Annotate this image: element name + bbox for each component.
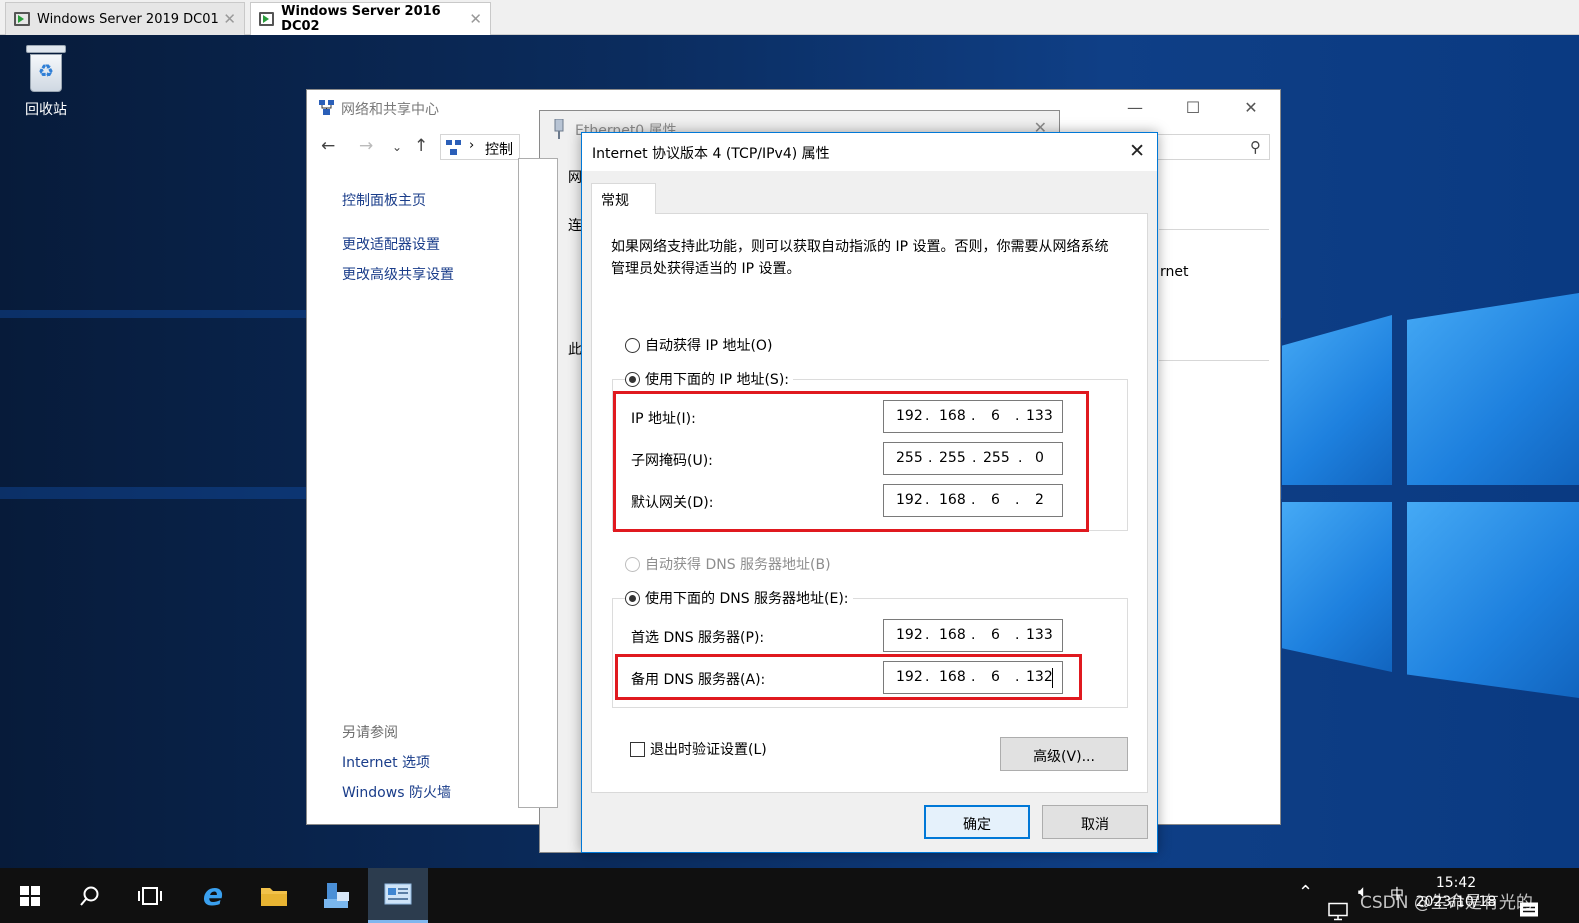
vm-tab-dc02[interactable]: Windows Server 2016 DC02 ✕	[250, 2, 491, 35]
highlight-box-ip-settings	[613, 391, 1089, 532]
taskbar-internet-explorer[interactable]: e	[183, 868, 243, 923]
address-bar[interactable]: › 控制	[440, 134, 520, 160]
ip-octet: 6	[991, 627, 1000, 643]
highlight-box-alternate-dns	[615, 654, 1082, 700]
vm-icon	[259, 12, 275, 26]
search-button[interactable]	[60, 868, 120, 923]
taskbar-server-manager[interactable]	[306, 868, 366, 923]
radio-auto-dns[interactable]: 自动获得 DNS 服务器地址(B)	[625, 554, 831, 574]
network-tray-icon[interactable]	[1328, 884, 1350, 923]
general-tab-panel: 如果网络支持此功能，则可以获取自动指派的 IP 设置。否则，你需要从网络系统管理…	[591, 213, 1148, 793]
ip-octet: 168	[939, 627, 966, 643]
vm-tab-label: Windows Server 2019 DC01	[37, 11, 219, 27]
description-text: 如果网络支持此功能，则可以获取自动指派的 IP 设置。否则，你需要从网络系统管理…	[611, 239, 1109, 277]
dialog-title: Internet 协议版本 4 (TCP/IPv4) 属性	[592, 146, 830, 162]
radio-label: 自动获得 DNS 服务器地址(B)	[645, 557, 831, 573]
network-icon	[446, 140, 461, 155]
radio-label: 自动获得 IP 地址(O)	[645, 338, 773, 354]
task-view-button[interactable]	[120, 868, 180, 923]
validate-on-exit-checkbox[interactable]: 退出时验证设置(L)	[630, 739, 767, 759]
vm-tab-dc01[interactable]: Windows Server 2019 DC01 ✕	[5, 2, 245, 35]
network-cable-icon	[554, 119, 564, 139]
start-button[interactable]	[0, 868, 60, 923]
checkbox-label: 退出时验证设置(L)	[650, 742, 767, 758]
up-arrow-icon[interactable]: ↑	[414, 136, 428, 156]
see-also-heading: 另请参阅	[342, 725, 398, 741]
close-icon[interactable]: ✕	[1239, 98, 1263, 117]
search-box[interactable]: ⚲	[1157, 134, 1270, 160]
radio-label: 使用下面的 IP 地址(S):	[645, 372, 789, 388]
ok-button[interactable]: 确定	[924, 805, 1030, 839]
preferred-dns-label: 首选 DNS 服务器(P):	[631, 630, 765, 646]
breadcrumb-chevron-icon: ›	[469, 138, 475, 153]
maximize-icon[interactable]: ☐	[1181, 98, 1205, 117]
sidebar-link-sharing[interactable]: 更改高级共享设置	[342, 264, 454, 284]
ip-octet: 192	[896, 627, 923, 643]
tab-general[interactable]: 常规	[591, 183, 656, 214]
network-icon	[319, 100, 334, 115]
window-title: 网络和共享中心	[341, 102, 439, 118]
taskbar: e ⌃ 🔈︎ 中 15:42 2023/10/18	[0, 868, 1579, 923]
tcpipv4-properties-dialog: Internet 协议版本 4 (TCP/IPv4) 属性 ✕ 常规 如果网络支…	[581, 132, 1158, 853]
radio-label: 使用下面的 DNS 服务器地址(E):	[645, 591, 849, 607]
radio-button[interactable]	[625, 556, 640, 572]
back-arrow-icon[interactable]: ←	[321, 136, 335, 156]
forward-arrow-icon[interactable]: →	[359, 136, 373, 156]
close-icon[interactable]: ✕	[1129, 140, 1145, 162]
minimize-icon[interactable]: —	[1123, 98, 1147, 117]
title-bar: Internet 协议版本 4 (TCP/IPv4) 属性 ✕	[582, 133, 1157, 171]
radio-manual-ip[interactable]: 使用下面的 IP 地址(S):	[625, 369, 793, 389]
sidebar-link-internet-options[interactable]: Internet 选项	[342, 752, 430, 772]
close-icon[interactable]: ✕	[223, 10, 236, 28]
watermark-text: CSDN @生命是有光的	[1360, 893, 1533, 913]
partial-text: rnet	[1160, 264, 1189, 280]
chevron-down-icon[interactable]: ⌄	[392, 140, 402, 154]
taskbar-network-connections[interactable]	[368, 868, 428, 923]
recycle-bin-icon	[26, 45, 66, 93]
radio-manual-dns[interactable]: 使用下面的 DNS 服务器地址(E):	[625, 588, 853, 608]
recycle-bin-label: 回收站	[25, 102, 67, 118]
cut-label: 连	[568, 218, 582, 234]
recycle-bin[interactable]: 回收站	[14, 45, 78, 119]
radio-button[interactable]	[625, 371, 640, 387]
sidebar-link-adapter[interactable]: 更改适配器设置	[342, 234, 440, 254]
sidebar-link-home[interactable]: 控制面板主页	[342, 190, 426, 210]
close-icon[interactable]: ✕	[469, 10, 482, 28]
windows-start-icon	[20, 885, 40, 906]
breadcrumb: 控制	[485, 142, 513, 158]
cut-label: 此	[568, 342, 582, 358]
search-icon	[80, 886, 99, 906]
vm-tab-strip: Windows Server 2019 DC01 ✕ Windows Serve…	[0, 0, 1579, 35]
radio-button[interactable]	[625, 337, 640, 353]
advanced-button[interactable]: 高级(V)...	[1000, 737, 1128, 771]
ip-octet: 133	[1026, 627, 1053, 643]
search-icon: ⚲	[1250, 138, 1261, 156]
ethernet-tab-panel	[518, 158, 558, 808]
preferred-dns-field[interactable]: 192. 168. 6. 133	[883, 619, 1063, 652]
vm-icon	[14, 12, 30, 26]
server-manager-icon	[324, 882, 349, 908]
sidebar-link-firewall[interactable]: Windows 防火墙	[342, 782, 451, 802]
folder-icon	[261, 887, 287, 906]
checkbox[interactable]	[630, 741, 645, 757]
radio-button[interactable]	[625, 590, 640, 606]
radio-auto-ip[interactable]: 自动获得 IP 地址(O)	[625, 335, 772, 355]
chevron-up-icon[interactable]: ⌃	[1298, 882, 1313, 923]
control-panel-icon	[384, 883, 412, 905]
vm-tab-label: Windows Server 2016 DC02	[281, 4, 441, 34]
internet-explorer-icon: e	[202, 878, 224, 913]
cancel-button[interactable]: 取消	[1042, 805, 1148, 839]
task-view-icon	[138, 886, 162, 905]
taskbar-file-explorer[interactable]	[244, 868, 304, 923]
